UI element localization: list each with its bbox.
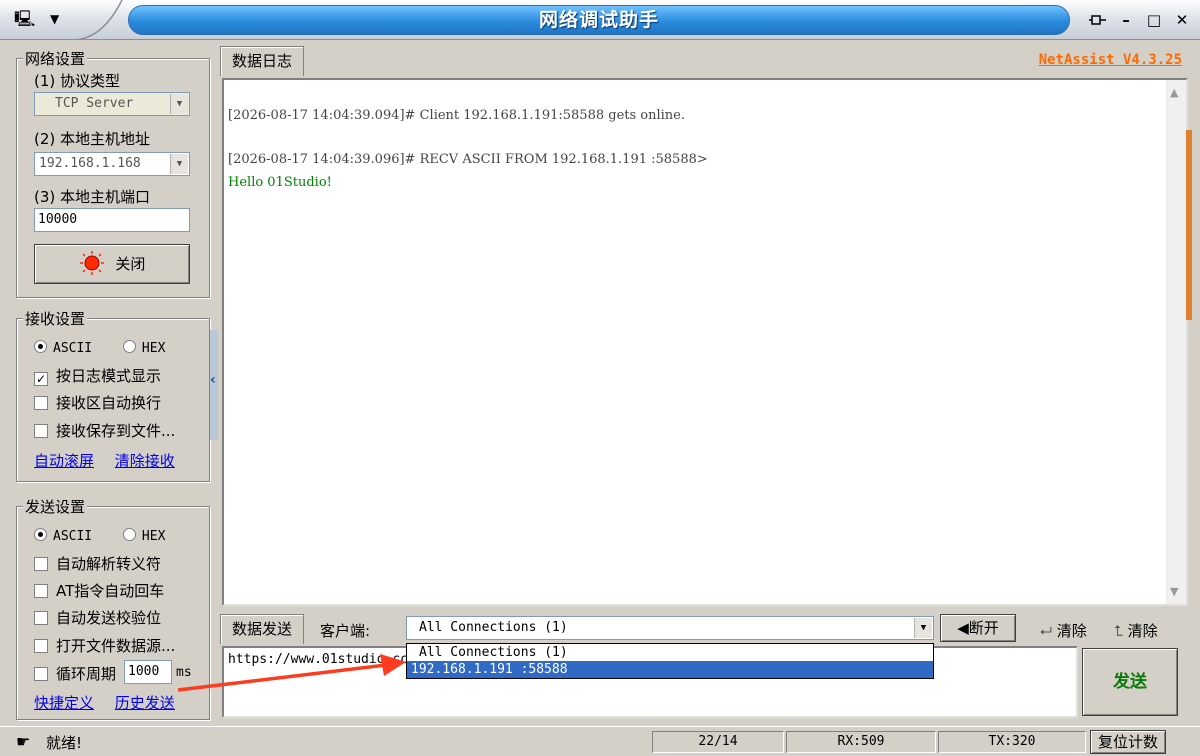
cycle-input[interactable]: 1000 bbox=[124, 660, 172, 684]
send-input-value: https://www.01studio.cc bbox=[228, 652, 409, 667]
reset-count-button[interactable]: 复位计数 bbox=[1090, 730, 1166, 754]
tab-data-send[interactable]: 数据发送 bbox=[220, 614, 304, 644]
client-dropdown-list[interactable]: All Connections (1) 192.168.1.191 :58588 bbox=[406, 643, 934, 679]
parse-escape-checkbox[interactable]: 自动解析转义符 bbox=[34, 553, 161, 574]
clear-button-2[interactable]: ⮤ 清除 bbox=[1114, 620, 1158, 641]
dropdown-option[interactable]: All Connections (1) bbox=[407, 644, 933, 661]
close-window-button[interactable]: ✕ bbox=[1170, 8, 1194, 32]
close-button-label: 关闭 bbox=[115, 255, 146, 273]
log-line: Hello 01Studio! bbox=[228, 175, 332, 190]
title-bar: 🖳 ▼ 网络调试助手 – □ ✕ bbox=[0, 0, 1200, 40]
pin-icon[interactable] bbox=[1086, 8, 1110, 32]
protocol-select[interactable]: TCP Server ▼ bbox=[34, 92, 190, 116]
clear-up-arrow-icon: ⮤ bbox=[1114, 622, 1123, 640]
host-value: 192.168.1.168 bbox=[39, 156, 141, 171]
status-light-icon bbox=[79, 251, 104, 275]
version-link[interactable]: NetAssist V4.3.25 bbox=[1039, 52, 1182, 68]
log-line: [2026-08-17 14:04:39.096]# RECV ASCII FR… bbox=[228, 152, 708, 167]
port-input[interactable]: 10000 bbox=[34, 208, 190, 232]
system-menu-arrow-icon[interactable]: ▼ bbox=[50, 8, 59, 30]
close-connection-button[interactable]: 关闭 bbox=[34, 244, 190, 284]
save-file-checkbox[interactable]: 接收保存到文件... bbox=[34, 420, 175, 441]
receive-settings-title: 接收设置 bbox=[23, 308, 88, 329]
title-decoration bbox=[72, 0, 123, 40]
receive-format-row: ASCII HEX bbox=[34, 338, 165, 356]
clear-button-1[interactable]: ⮠ 清除 bbox=[1040, 620, 1087, 641]
history-link[interactable]: 历史发送 bbox=[115, 694, 175, 712]
log-mode-checkbox[interactable]: ✓ 按日志模式显示 bbox=[34, 365, 161, 386]
client-select[interactable]: All Connections (1) ▼ bbox=[406, 616, 934, 640]
disconnect-button[interactable]: ◀断开 bbox=[940, 614, 1016, 642]
log-line: [2026-08-17 14:04:39.094]# Client 192.16… bbox=[228, 108, 685, 123]
tab-data-log[interactable]: 数据日志 bbox=[220, 46, 304, 76]
open-file-checkbox[interactable]: 打开文件数据源... bbox=[34, 635, 175, 656]
receive-ascii-radio[interactable]: ASCII bbox=[34, 338, 92, 356]
send-hex-radio[interactable]: HEX bbox=[122, 526, 165, 544]
status-count: 22/14 bbox=[652, 731, 784, 753]
status-tx: TX:320 bbox=[938, 731, 1086, 753]
collapse-arrow-icon[interactable]: ‹ bbox=[210, 372, 218, 388]
app-icon[interactable]: 🖳 bbox=[14, 9, 36, 29]
auto-wrap-checkbox[interactable]: 接收区自动换行 bbox=[34, 392, 161, 413]
send-button[interactable]: 发送 bbox=[1082, 648, 1178, 716]
chevron-down-icon[interactable]: ▼ bbox=[914, 618, 932, 638]
send-settings-title: 发送设置 bbox=[23, 496, 88, 517]
scroll-up-icon[interactable]: ▲ bbox=[1170, 86, 1178, 99]
network-settings-title: 网络设置 bbox=[23, 48, 88, 69]
receive-log[interactable]: [2026-08-17 14:04:39.094]# Client 192.16… bbox=[222, 78, 1188, 606]
maximize-button[interactable]: □ bbox=[1142, 8, 1166, 32]
status-bar: ☛ 就绪! 22/14 RX:509 TX:320 复位计数 bbox=[0, 726, 1200, 756]
protocol-label: (1) 协议类型 bbox=[34, 72, 121, 90]
at-newline-checkbox[interactable]: AT指令自动回车 bbox=[34, 580, 164, 601]
chevron-down-icon[interactable]: ▼ bbox=[170, 154, 188, 174]
shortcut-link[interactable]: 快捷定义 bbox=[34, 694, 94, 712]
status-rx: RX:509 bbox=[786, 731, 936, 753]
port-label: (3) 本地主机端口 bbox=[34, 188, 151, 206]
protocol-value: TCP Server bbox=[55, 96, 134, 111]
cycle-checkbox[interactable]: 循环周期 bbox=[34, 663, 116, 684]
log-scrollbar[interactable]: ▲ ▼ bbox=[1166, 80, 1186, 604]
receive-hex-radio[interactable]: HEX bbox=[122, 338, 165, 356]
chevron-down-icon[interactable]: ▼ bbox=[170, 94, 188, 114]
hand-pointer-icon: ☛ bbox=[16, 732, 31, 751]
dropdown-option-selected[interactable]: 192.168.1.191 :58588 bbox=[407, 661, 933, 678]
arrow-left-icon: ◀ bbox=[957, 619, 969, 637]
auto-scroll-link[interactable]: 自动滚屏 bbox=[34, 452, 94, 470]
host-select[interactable]: 192.168.1.168 ▼ bbox=[34, 152, 190, 176]
minimize-button[interactable]: – bbox=[1114, 8, 1138, 32]
host-label: (2) 本地主机地址 bbox=[34, 130, 151, 148]
status-text: 就绪! bbox=[46, 734, 83, 752]
clear-arrow-icon: ⮠ bbox=[1040, 622, 1053, 640]
checksum-checkbox[interactable]: 自动发送校验位 bbox=[34, 607, 161, 628]
window-title: 网络调试助手 bbox=[128, 5, 1070, 35]
window-edge-accent bbox=[1186, 130, 1192, 320]
scroll-down-icon[interactable]: ▼ bbox=[1170, 585, 1178, 598]
cycle-unit: ms bbox=[176, 665, 192, 680]
clear-receive-link[interactable]: 清除接收 bbox=[115, 452, 175, 470]
client-selected-value: All Connections (1) bbox=[419, 620, 568, 635]
send-format-row: ASCII HEX bbox=[34, 526, 165, 544]
client-label: 客户端: bbox=[320, 622, 371, 640]
send-ascii-radio[interactable]: ASCII bbox=[34, 526, 92, 544]
